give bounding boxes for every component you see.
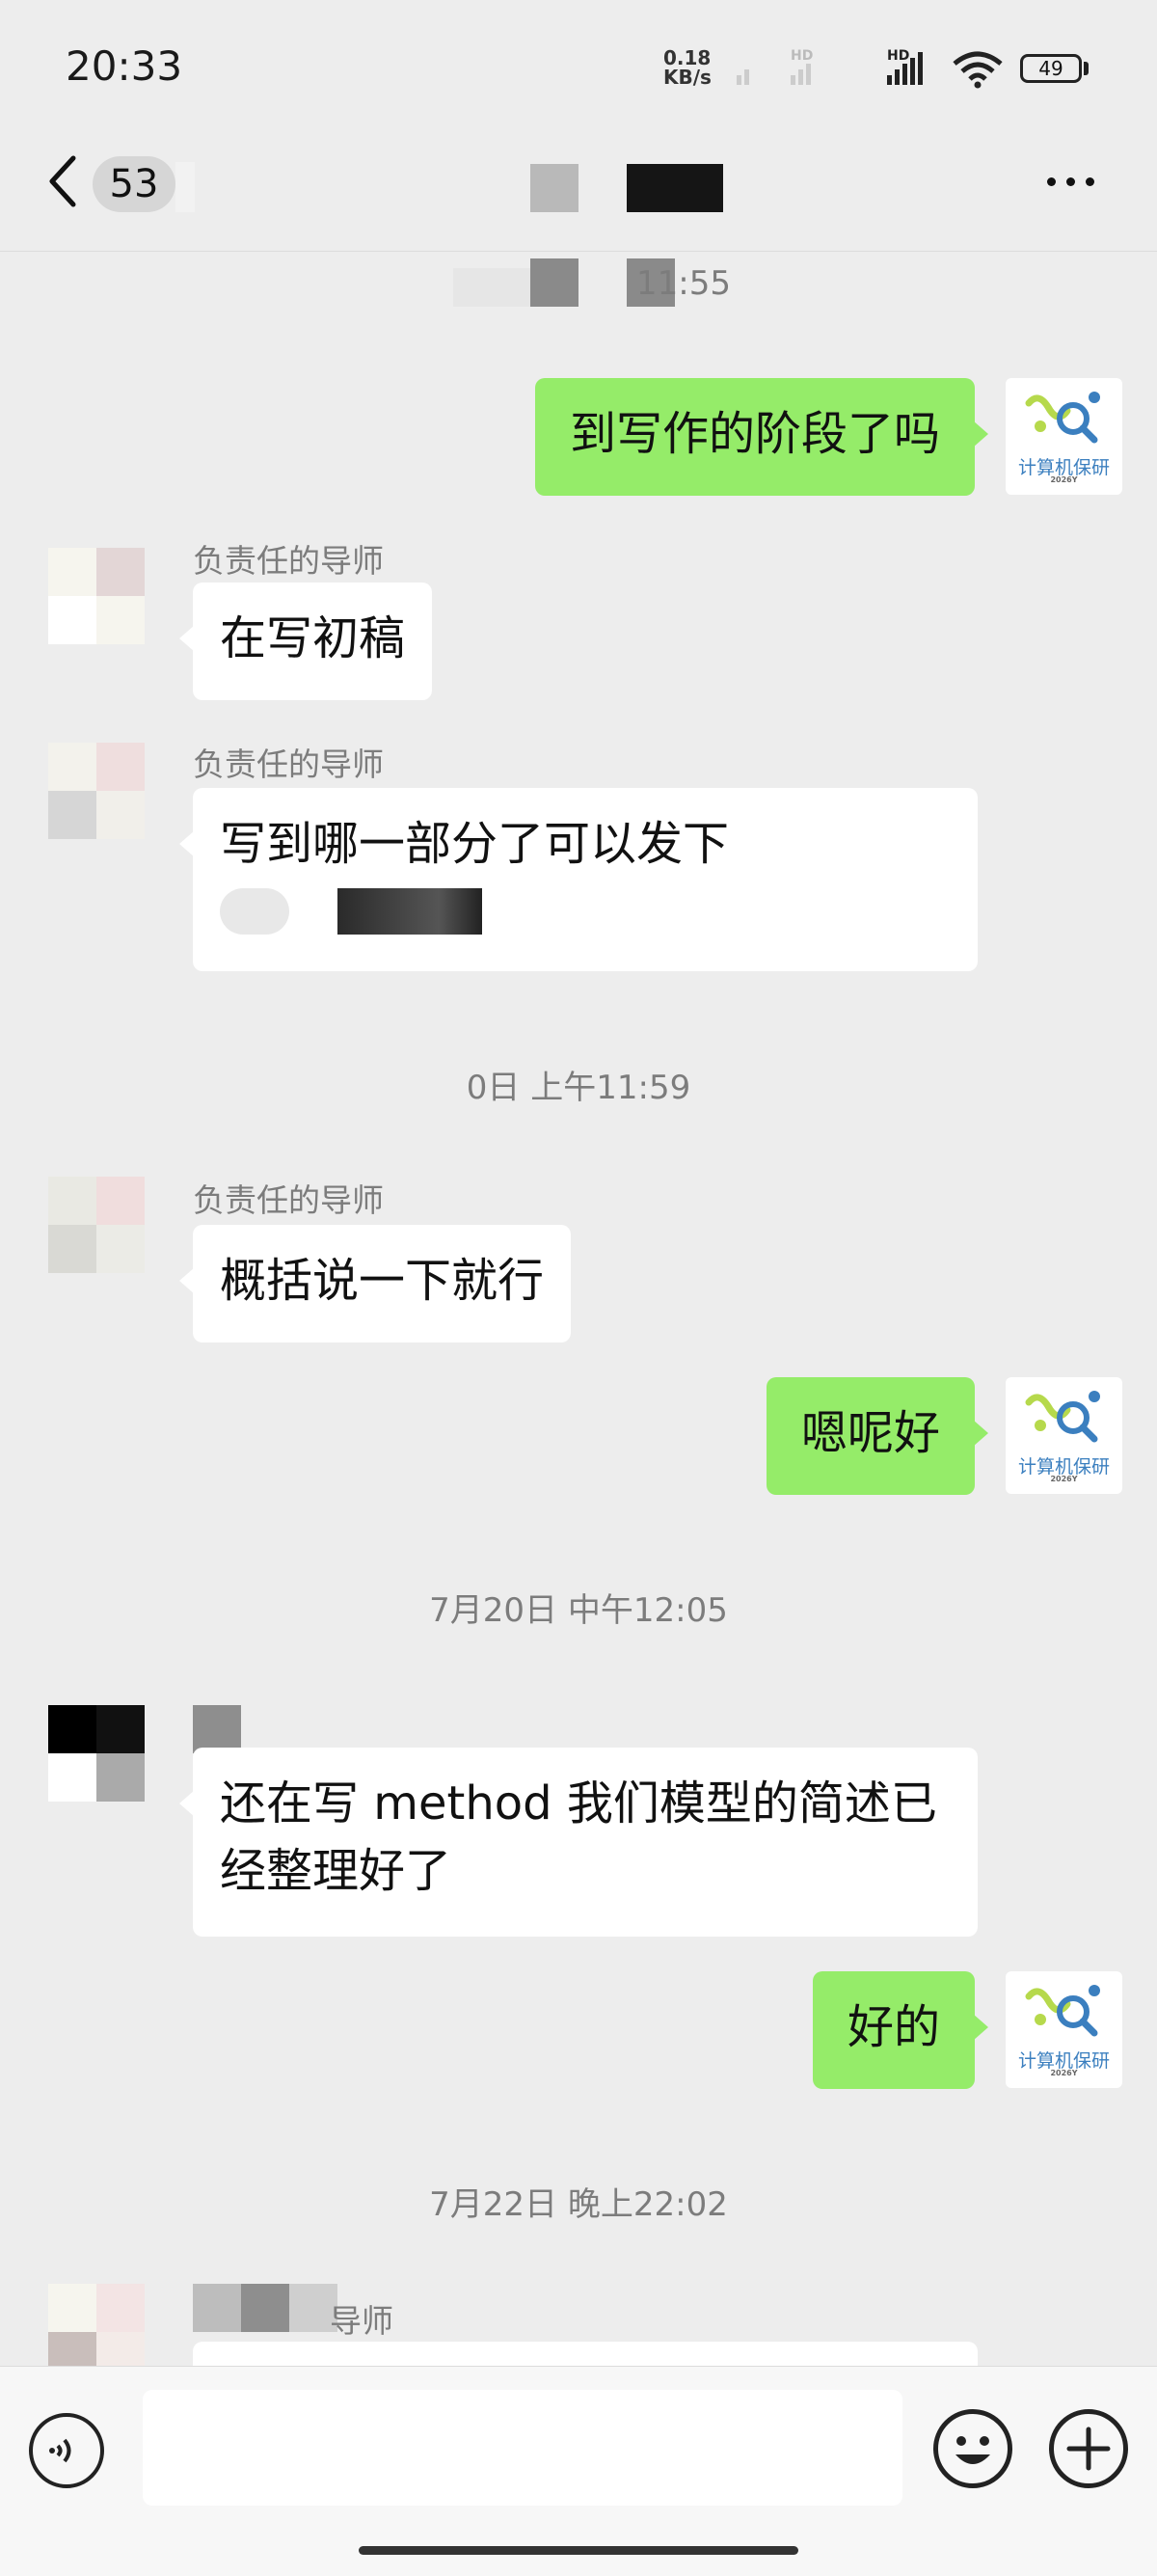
message-bubble-received[interactable]: 概括说一下就行 <box>178 1225 572 1342</box>
back-button[interactable] <box>44 154 83 208</box>
contact-avatar[interactable] <box>48 1705 145 1802</box>
battery-tip <box>1084 62 1089 75</box>
more-options-button[interactable] <box>1047 177 1094 186</box>
redacted-chat-title <box>627 164 723 212</box>
message-text: 写到哪一部分了可以发下 <box>220 817 730 871</box>
contact-avatar[interactable] <box>48 1177 145 1273</box>
sender-name: 负责任的导师 <box>193 1181 384 1219</box>
more-dot-icon <box>1047 177 1056 186</box>
voice-input-button[interactable] <box>29 2413 104 2488</box>
battery-icon: 49 <box>1020 54 1082 83</box>
message-bubble-received[interactable]: 在写初稿 <box>178 583 433 700</box>
chat-header <box>0 145 1157 251</box>
logo-icon <box>1025 1985 1100 2037</box>
more-dot-icon <box>1086 177 1094 186</box>
hd-label-1: HD <box>791 48 813 64</box>
message-bubble-sent[interactable]: 到写作的阶段了吗 <box>534 378 989 496</box>
wifi-icon <box>951 50 1005 89</box>
contact-avatar[interactable] <box>48 548 145 644</box>
timestamp: 0日 上午11:59 <box>466 1069 691 1107</box>
signal-icons: HD HD <box>733 46 945 89</box>
contact-avatar[interactable] <box>48 743 145 839</box>
timestamp: 7月20日 中午12:05 <box>429 1591 728 1630</box>
status-time: 20:33 <box>66 42 183 90</box>
signal-bars-icon: HD HD <box>737 48 923 85</box>
back-chevron-icon <box>49 155 76 207</box>
message-bubble-received[interactable]: 写到哪一部分了可以发下 <box>179 788 978 971</box>
self-avatar-sublabel: 2026Y <box>1050 2069 1078 2077</box>
redacted-sender-name <box>193 2284 241 2332</box>
self-avatar-sublabel: 2026Y <box>1050 475 1078 484</box>
header-divider <box>0 251 1157 252</box>
more-actions-button[interactable] <box>1049 2409 1128 2488</box>
redacted-sender-name <box>193 1705 241 1753</box>
self-avatar[interactable]: 计算机保研 2026Y <box>1006 1377 1122 1494</box>
blurred-timestamp-block <box>530 258 578 307</box>
home-indicator <box>359 2546 798 2555</box>
plus-icon <box>1066 2427 1111 2471</box>
logo-icon <box>1025 392 1100 444</box>
message-bubble-sent[interactable]: 嗯呢好 <box>766 1377 989 1495</box>
redacted-quote-block <box>337 888 482 935</box>
blurred-chat-title-part <box>175 162 195 212</box>
self-avatar[interactable]: 计算机保研 2026Y <box>1006 378 1122 495</box>
battery-level: 49 <box>1038 57 1063 80</box>
timestamp: 7月22日 晚上22:02 <box>429 2185 728 2224</box>
timestamp: 11:55 <box>636 264 731 303</box>
logo-icon <box>1025 1391 1100 1443</box>
message-text-line: 经整理好了 <box>220 1844 452 1898</box>
sender-name: 导师 <box>330 2302 393 2340</box>
message-bubble-received[interactable]: 还在写 method 我们模型的简述已 经整理好了 <box>179 1748 978 1937</box>
voice-icon <box>49 2438 71 2463</box>
network-speed: 0.18 KB/s <box>663 46 712 89</box>
emoji-button[interactable] <box>933 2409 1012 2488</box>
message-input[interactable] <box>143 2390 902 2506</box>
message-text-line: 还在写 method 我们模型的简述已 <box>220 1776 937 1830</box>
sender-name: 负责任的导师 <box>193 746 384 783</box>
redacted-quote-block <box>220 888 289 935</box>
self-avatar[interactable]: 计算机保研 2026Y <box>1006 1971 1122 2088</box>
more-dot-icon <box>1066 177 1075 186</box>
unread-count-badge[interactable]: 53 <box>93 156 175 212</box>
message-bubble-sent[interactable]: 好的 <box>812 1971 989 2089</box>
hd-label-2: HD <box>887 48 909 64</box>
sender-name: 负责任的导师 <box>193 542 384 580</box>
blurred-chat-title <box>530 164 578 212</box>
emoji-icon <box>955 2436 990 2464</box>
self-avatar-sublabel: 2026Y <box>1050 1475 1078 1483</box>
redacted-sender-name <box>241 2284 289 2332</box>
